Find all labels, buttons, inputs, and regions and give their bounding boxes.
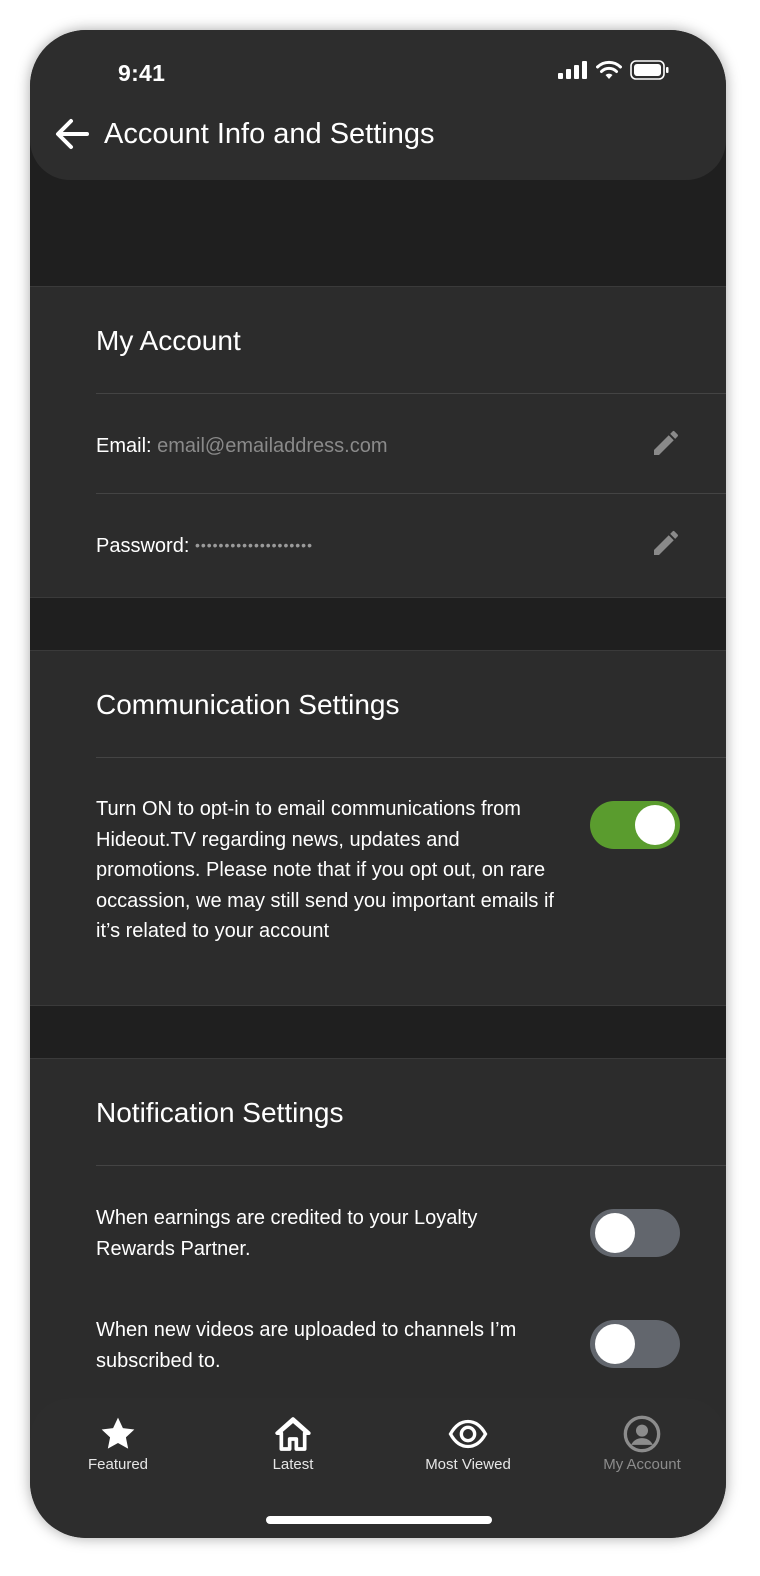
phone-screen: 9:41 Account Info and Settings My Accoun…: [30, 30, 726, 1538]
notification-title: Notification Settings: [96, 1097, 344, 1128]
bottom-tab-bar: Featured Latest Most Viewed My Account: [30, 1398, 726, 1538]
star-icon: [101, 1417, 135, 1449]
divider: [96, 493, 726, 494]
tab-label: Most Viewed: [425, 1456, 511, 1473]
page-title: Account Info and Settings: [104, 118, 435, 150]
signal-icon: [558, 61, 587, 79]
email-row: Email: email@emailaddress.com: [96, 435, 388, 458]
toggle-knob: [595, 1213, 635, 1253]
divider: [96, 1165, 726, 1166]
communication-settings-section: Communication Settings Turn ON to opt-in…: [30, 650, 726, 1006]
divider: [96, 393, 726, 394]
toggle-knob: [635, 805, 675, 845]
tab-featured[interactable]: Featured: [38, 1412, 198, 1473]
wifi-icon: [596, 60, 622, 79]
home-indicator[interactable]: [266, 1516, 492, 1524]
tab-my-account[interactable]: My Account: [562, 1412, 722, 1473]
notification-item-text: When new videos are uploaded to channels…: [96, 1319, 517, 1372]
password-row: Password: ••••••••••••••••••••: [96, 535, 313, 558]
communication-description: Turn ON to opt-in to email communication…: [96, 798, 554, 942]
status-time: 9:41: [118, 60, 166, 86]
back-button[interactable]: [52, 116, 92, 152]
tab-label: My Account: [603, 1456, 681, 1473]
new-videos-toggle[interactable]: [590, 1320, 680, 1368]
tab-latest[interactable]: Latest: [213, 1412, 373, 1473]
toggle-knob: [595, 1324, 635, 1364]
communication-title: Communication Settings: [96, 689, 400, 720]
user-circle-icon: [623, 1415, 661, 1453]
password-label: Password:: [96, 535, 190, 557]
email-value: email@emailaddress.com: [157, 435, 388, 457]
status-icons: [558, 60, 670, 80]
my-account-title: My Account: [96, 325, 241, 356]
arrow-left-icon: [56, 119, 89, 149]
home-icon: [275, 1417, 311, 1451]
notification-settings-section: Notification Settings When earnings are …: [30, 1058, 726, 1438]
eye-icon: [448, 1419, 488, 1449]
divider: [96, 757, 726, 758]
battery-icon: [630, 60, 669, 80]
email-label: Email:: [96, 435, 152, 457]
tab-label: Latest: [272, 1456, 314, 1473]
tab-label: Featured: [87, 1456, 149, 1473]
my-account-section: My Account Email: email@emailaddress.com…: [30, 286, 726, 598]
loyalty-earnings-toggle[interactable]: [590, 1209, 680, 1257]
edit-password-pencil-icon[interactable]: [650, 527, 682, 559]
edit-email-pencil-icon[interactable]: [650, 427, 682, 459]
email-opt-in-toggle[interactable]: [590, 801, 680, 849]
password-value: ••••••••••••••••••••: [194, 537, 313, 553]
top-bar: 9:41 Account Info and Settings: [30, 30, 726, 180]
tab-most-viewed[interactable]: Most Viewed: [388, 1412, 548, 1473]
notification-item-text: When earnings are credited to your Loyal…: [96, 1207, 478, 1260]
